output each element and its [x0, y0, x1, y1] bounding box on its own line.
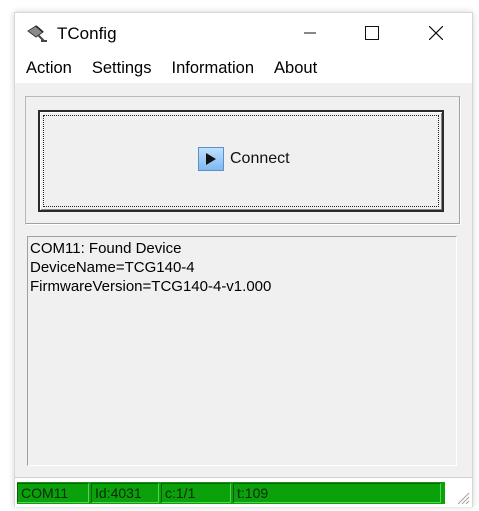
- log-line: FirmwareVersion=TCG140-4-v1.000: [30, 278, 272, 295]
- log-line: DeviceName=TCG140-4: [30, 259, 195, 276]
- status-bar: COM11 Id:4031 c:1/1 t:109: [15, 477, 472, 507]
- minimize-button[interactable]: [287, 13, 333, 53]
- status-strip: COM11 Id:4031 c:1/1 t:109: [17, 482, 445, 504]
- log-output[interactable]: COM11: Found Device DeviceName=TCG140-4 …: [27, 236, 457, 466]
- maximize-icon: [365, 26, 379, 40]
- connect-label: Connect: [230, 150, 290, 167]
- window-title: TConfig: [57, 24, 117, 43]
- play-icon: [198, 147, 224, 171]
- menu-bar: Action Settings Information About: [15, 53, 472, 83]
- close-icon: [429, 26, 443, 40]
- satellite-dish-icon: [26, 23, 48, 43]
- maximize-button[interactable]: [349, 13, 395, 53]
- status-channel: c:1/1: [161, 483, 231, 503]
- status-id: Id:4031: [91, 483, 159, 503]
- menu-about[interactable]: About: [264, 53, 327, 83]
- minimize-icon: [304, 32, 316, 34]
- tconfig-window: TConfig Action Settings Information Abou…: [14, 12, 473, 507]
- connect-content: Connect: [198, 147, 290, 171]
- menu-action[interactable]: Action: [15, 53, 82, 83]
- connect-panel: Connect: [25, 96, 461, 225]
- status-time: t:109: [233, 483, 441, 503]
- resize-grip-icon[interactable]: [454, 489, 470, 505]
- title-bar[interactable]: TConfig: [15, 13, 472, 53]
- close-button[interactable]: [413, 13, 459, 53]
- menu-settings[interactable]: Settings: [82, 53, 162, 83]
- menu-information[interactable]: Information: [161, 53, 264, 83]
- log-line: COM11: Found Device: [30, 240, 182, 257]
- status-port: COM11: [17, 483, 89, 503]
- connect-button[interactable]: Connect: [38, 110, 444, 212]
